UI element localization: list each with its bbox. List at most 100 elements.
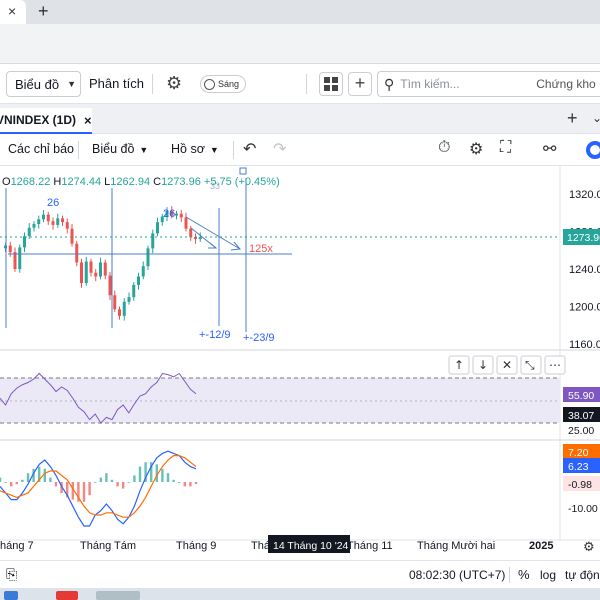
undo-icon[interactable]: ↶ — [243, 139, 256, 159]
indicators-button[interactable]: Các chỉ báo — [8, 142, 74, 156]
candle-body — [94, 272, 98, 277]
candle-body — [84, 261, 88, 284]
macd-signal-value: 7.20 — [568, 447, 589, 459]
chart-tab[interactable]: VNINDEX (1D) × — [0, 108, 92, 134]
candle-body — [80, 262, 83, 284]
search-input[interactable] — [400, 77, 531, 91]
macd-value: 6.23 — [568, 461, 589, 473]
bottom-bar: ⎘ 08:02:30 (UTC+7) % log tự động — [0, 560, 600, 588]
chevron-down-icon[interactable]: ⌄ — [592, 111, 600, 125]
browser-toolbar — [0, 24, 600, 64]
candle-body — [13, 252, 17, 269]
candle-body — [56, 218, 60, 225]
rsi-value: 55.90 — [568, 390, 594, 402]
publish-icon[interactable] — [586, 141, 600, 159]
search-category[interactable]: Chứng kho — [536, 77, 595, 91]
macd-histogram-bar — [138, 466, 142, 482]
time-tick: Tháng 9 — [176, 540, 216, 552]
candle-body — [51, 221, 55, 225]
maximize-icon: ⤡ — [525, 358, 535, 372]
rsi-pane[interactable] — [0, 372, 560, 424]
candle-body — [151, 233, 155, 249]
crosshair-date: 14 Tháng 10 '24 — [273, 540, 349, 552]
divider — [78, 141, 79, 159]
toggle-knob — [204, 78, 215, 90]
price-chart[interactable]: 26 26 33 125x +-12/9 +-23/9 O1268.22 H12… — [0, 166, 600, 560]
macd-histogram-bar — [105, 473, 108, 482]
close-tab-icon[interactable]: × — [8, 3, 16, 19]
trend-arrow-drawing — [185, 216, 241, 250]
macd-histogram-bar — [43, 468, 46, 482]
macd-histogram-bar — [82, 482, 86, 502]
wave-label: 26 — [47, 197, 59, 209]
profile-button[interactable]: Hồ sơ ▼ — [171, 142, 219, 156]
candle-body — [146, 248, 150, 267]
pane-controls[interactable]: ↑ ↓ ✕ ⤡ ⋯ — [448, 355, 566, 375]
close-icon: ✕ — [502, 358, 512, 372]
time-tick: Tháng 11 — [347, 540, 393, 552]
macd-histogram-bar — [49, 477, 52, 482]
browser-tab[interactable]: × — [0, 0, 26, 24]
chart-dropdown-button[interactable]: Biểu đồ ▼ — [6, 71, 81, 97]
candle-body — [42, 214, 45, 220]
macd-histogram-bar — [26, 473, 30, 482]
axis-settings-icon[interactable]: ⚙ — [583, 540, 595, 555]
candle-body — [61, 218, 64, 223]
ohlc-legend: O1268.22 H1274.44 L1262.94 C1273.96 +5.7… — [2, 176, 280, 188]
redo-icon[interactable]: ↷ — [273, 139, 286, 159]
macd-histogram-bar — [183, 482, 186, 487]
settings-icon[interactable]: ⚙ — [469, 139, 483, 159]
more-icon: ⋯ — [549, 358, 561, 372]
candle-body — [89, 261, 93, 273]
candle-body — [8, 245, 12, 253]
candle-body — [65, 222, 69, 229]
macd-histogram-bar — [122, 482, 125, 489]
close-icon[interactable]: × — [84, 113, 92, 128]
candle-body — [103, 262, 107, 276]
date-annotation: +-12/9 — [199, 329, 231, 341]
candle-body — [37, 219, 41, 224]
macd-hist-value: -0.98 — [568, 479, 592, 491]
new-tab-button[interactable]: + — [38, 1, 49, 22]
price-axis[interactable]: 1320.001280.001240.001200.001160.00 — [569, 189, 600, 351]
profile-label: Hồ sơ — [171, 142, 205, 156]
time-tick: Tháng Tám — [80, 540, 136, 552]
date-range-icon[interactable]: ⎘ — [6, 566, 17, 583]
candle-body — [18, 247, 22, 269]
fullscreen-icon[interactable]: ⛶ — [500, 139, 511, 157]
macd-histogram-bar — [88, 482, 91, 496]
chart-dropdown-label: Biểu đồ — [15, 76, 60, 92]
percent-toggle[interactable]: % — [518, 567, 530, 582]
clock-label[interactable]: 08:02:30 (UTC+7) — [409, 568, 505, 582]
candle-body — [127, 297, 131, 302]
add-chart-button[interactable]: + — [348, 72, 372, 96]
candle-body — [189, 228, 193, 238]
rsi-level-label: 25.00 — [568, 425, 594, 437]
share-icon[interactable]: ⚯ — [543, 139, 556, 159]
chart-toolbar: Các chỉ báo Biểu đồ ▼ Hồ sơ ▼ ↶ ↷ ⏱ ⚙ ⛶ ⚯ — [0, 134, 600, 166]
theme-toggle[interactable]: Sáng — [200, 75, 246, 93]
candle-body — [132, 284, 136, 298]
analysis-link[interactable]: Phân tích — [89, 76, 144, 91]
chart-type-button[interactable]: Biểu đồ ▼ — [92, 142, 148, 156]
current-price-label: 1273.96 — [567, 232, 600, 244]
replay-icon[interactable]: ⏱ — [438, 139, 450, 157]
date-annotation: +-23/9 — [243, 332, 275, 344]
chevron-down-icon: ▼ — [67, 79, 77, 89]
signal-line — [0, 455, 197, 518]
macd-histogram-bar — [99, 477, 102, 482]
add-tab-button[interactable]: + — [567, 108, 578, 129]
auto-toggle[interactable]: tự động — [565, 568, 600, 582]
macd-pane[interactable] — [0, 450, 198, 527]
search-box[interactable]: ⚲ Chứng kho — [377, 71, 600, 97]
drawing-handle — [239, 167, 247, 175]
macd-histogram-bar — [4, 482, 7, 483]
arrow-head — [208, 242, 218, 249]
macd-histogram-bar — [172, 479, 175, 482]
gear-icon[interactable]: ⚙ — [166, 73, 182, 94]
candle-body — [27, 227, 31, 237]
chart-type-label: Biểu đồ — [92, 142, 135, 156]
candle-body — [70, 228, 74, 244]
log-toggle[interactable]: log — [540, 568, 556, 582]
layout-grid-button[interactable] — [319, 72, 343, 96]
